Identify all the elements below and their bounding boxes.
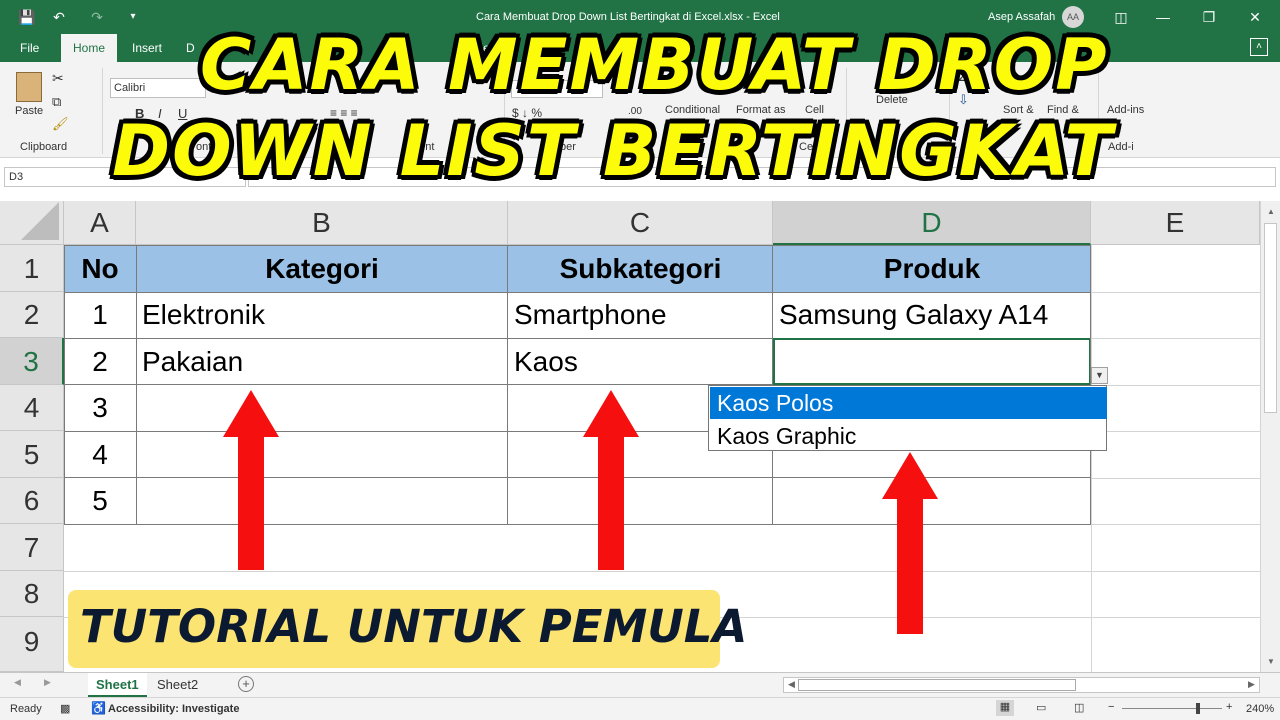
accessibility-status[interactable]: Accessibility: Investigate: [108, 703, 239, 715]
arrow-subkategori: [583, 390, 639, 570]
overlay-title-line1: CARA MEMBUAT DROP: [200, 24, 1109, 106]
macro-icon[interactable]: ▩: [60, 702, 70, 715]
normal-view-icon[interactable]: ▦: [996, 700, 1014, 716]
horizontal-scroll-thumb[interactable]: [798, 679, 1076, 691]
status-bar: Ready ▩ ♿ Accessibility: Investigate ▦ ▭…: [0, 697, 1280, 720]
scroll-right-icon[interactable]: ▶: [1248, 679, 1255, 690]
page-layout-icon[interactable]: ▭: [1036, 701, 1046, 714]
scroll-down-icon[interactable]: ▼: [1267, 657, 1275, 666]
arrow-kategori: [223, 390, 279, 570]
sheet-nav-next-icon[interactable]: ▶: [44, 677, 51, 688]
new-sheet-icon[interactable]: +: [238, 676, 254, 692]
vertical-scrollbar[interactable]: ▲ ▼: [1260, 201, 1280, 672]
overlay-title-line2: DOWN LIST BERTINGKAT: [112, 110, 1115, 192]
vertical-scroll-thumb[interactable]: [1264, 223, 1277, 413]
zoom-level[interactable]: 240%: [1246, 703, 1274, 715]
zoom-slider-thumb[interactable]: [1196, 703, 1200, 714]
sheet-tab-bar: ◀ ▶ Sheet1 Sheet2 + ◀ ▶: [0, 672, 1280, 697]
status-ready: Ready: [10, 703, 42, 715]
sheet-tab-sheet2[interactable]: Sheet2: [149, 673, 206, 697]
tutorial-banner-text: TUTORIAL UNTUK PEMULA: [80, 600, 748, 653]
arrow-produk: [882, 452, 938, 634]
sheet-tab-sheet1[interactable]: Sheet1: [88, 673, 147, 697]
tutorial-banner: TUTORIAL UNTUK PEMULA: [68, 590, 747, 668]
sheet-nav-prev-icon[interactable]: ◀: [14, 677, 21, 688]
page-break-icon[interactable]: ◫: [1074, 701, 1084, 714]
zoom-out-icon[interactable]: −: [1108, 701, 1114, 713]
zoom-slider[interactable]: [1122, 708, 1222, 709]
horizontal-scrollbar[interactable]: ◀ ▶: [783, 677, 1260, 693]
accessibility-icon[interactable]: ♿: [91, 701, 106, 715]
scroll-left-icon[interactable]: ◀: [788, 679, 795, 690]
scroll-up-icon[interactable]: ▲: [1267, 207, 1275, 216]
zoom-in-icon[interactable]: +: [1226, 701, 1232, 713]
